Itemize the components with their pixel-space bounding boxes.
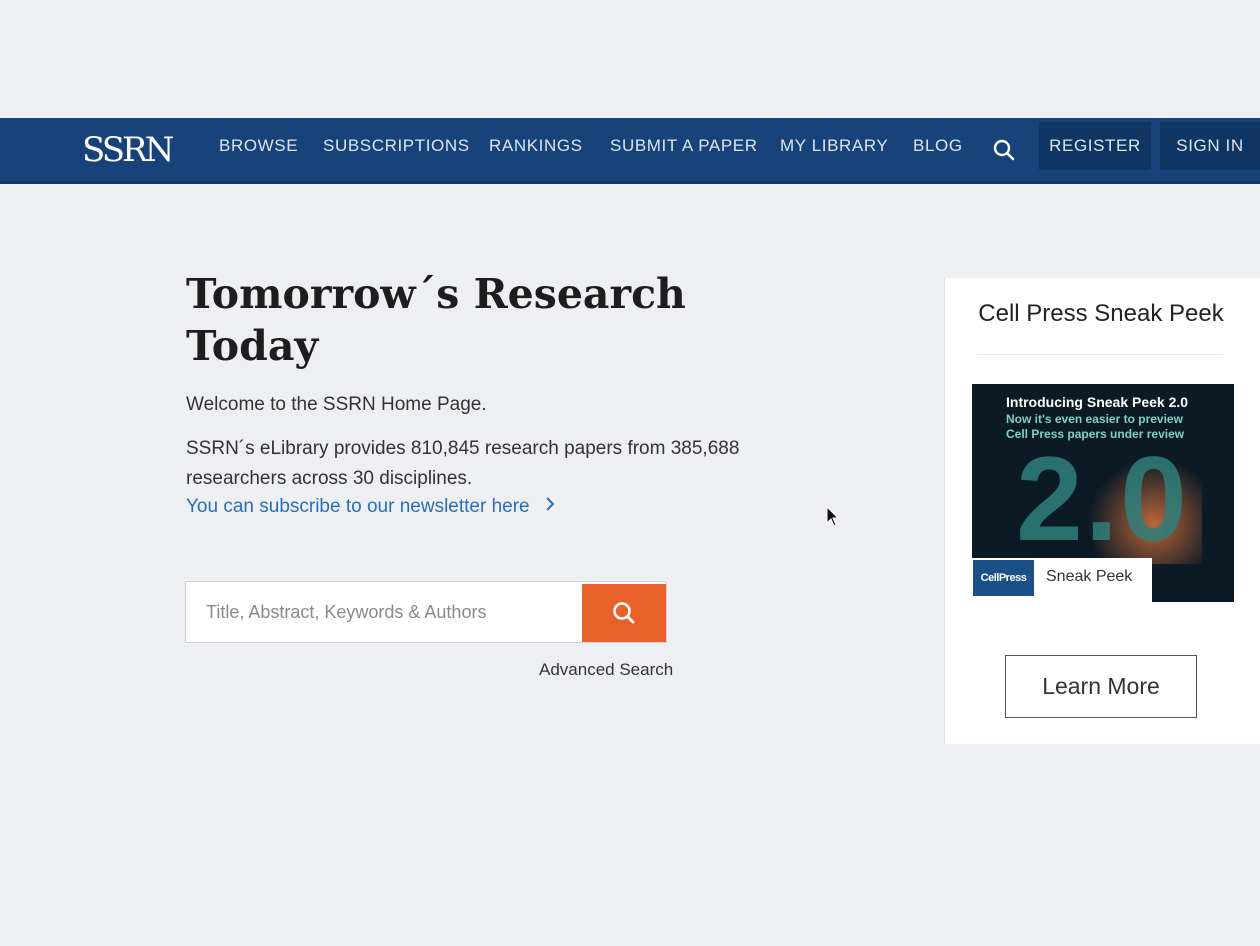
nav-link-browse[interactable]: BROWSE (219, 118, 298, 181)
cell-press-logo: CellPress (973, 560, 1034, 596)
promo-subline-2: Cell Press papers under review (1006, 427, 1185, 441)
page-title: Tomorrow´s Research Today (186, 270, 686, 370)
sidebar-divider (977, 354, 1223, 355)
sign-in-button[interactable]: SIGN IN (1160, 122, 1260, 170)
search-input[interactable] (186, 582, 582, 642)
promo-subline-1: Now it's even easier to preview (1006, 412, 1183, 426)
sidebar-promo-panel: Cell Press Sneak Peek 2.0 Introducing Sn… (944, 278, 1260, 744)
ssrn-logo[interactable]: SSRN (82, 130, 174, 170)
mouse-cursor-icon (826, 506, 840, 527)
newsletter-link-label: You can subscribe to our newsletter here (186, 496, 530, 517)
newsletter-link[interactable]: You can subscribe to our newsletter here (186, 496, 555, 518)
chevron-right-icon (546, 497, 555, 511)
sidebar-title: Cell Press Sneak Peek (978, 300, 1224, 327)
promo-headline: Introducing Sneak Peek 2.0 (1006, 394, 1189, 410)
nav-link-subscriptions[interactable]: SUBSCRIPTIONS (323, 118, 470, 181)
advanced-search-link[interactable]: Advanced Search (539, 660, 673, 680)
nav-link-submit-a-paper[interactable]: SUBMIT A PAPER (610, 118, 758, 181)
nav-link-rankings[interactable]: RANKINGS (489, 118, 583, 181)
sneak-peek-logo-text: Sneak Peek (1046, 568, 1133, 585)
search-button[interactable] (582, 584, 666, 642)
search-form (185, 581, 667, 643)
promo-banner-image[interactable]: 2.0 Introducing Sneak Peek 2.0 Now it's … (972, 384, 1234, 602)
promo-big-number: 2.0 (1016, 432, 1189, 566)
search-icon (613, 602, 635, 624)
library-stats-text: SSRN´s eLibrary provides 810,845 researc… (186, 438, 740, 489)
welcome-text: Welcome to the SSRN Home Page. (186, 394, 487, 415)
search-icon[interactable] (992, 138, 1016, 162)
register-button[interactable]: REGISTER (1039, 122, 1151, 170)
nav-link-blog[interactable]: BLOG (913, 118, 963, 181)
learn-more-button[interactable]: Learn More (1005, 655, 1197, 718)
top-navigation-bar: SSRN BROWSE SUBSCRIPTIONS RANKINGS SUBMI… (0, 118, 1260, 184)
nav-link-my-library[interactable]: MY LIBRARY (780, 118, 888, 181)
